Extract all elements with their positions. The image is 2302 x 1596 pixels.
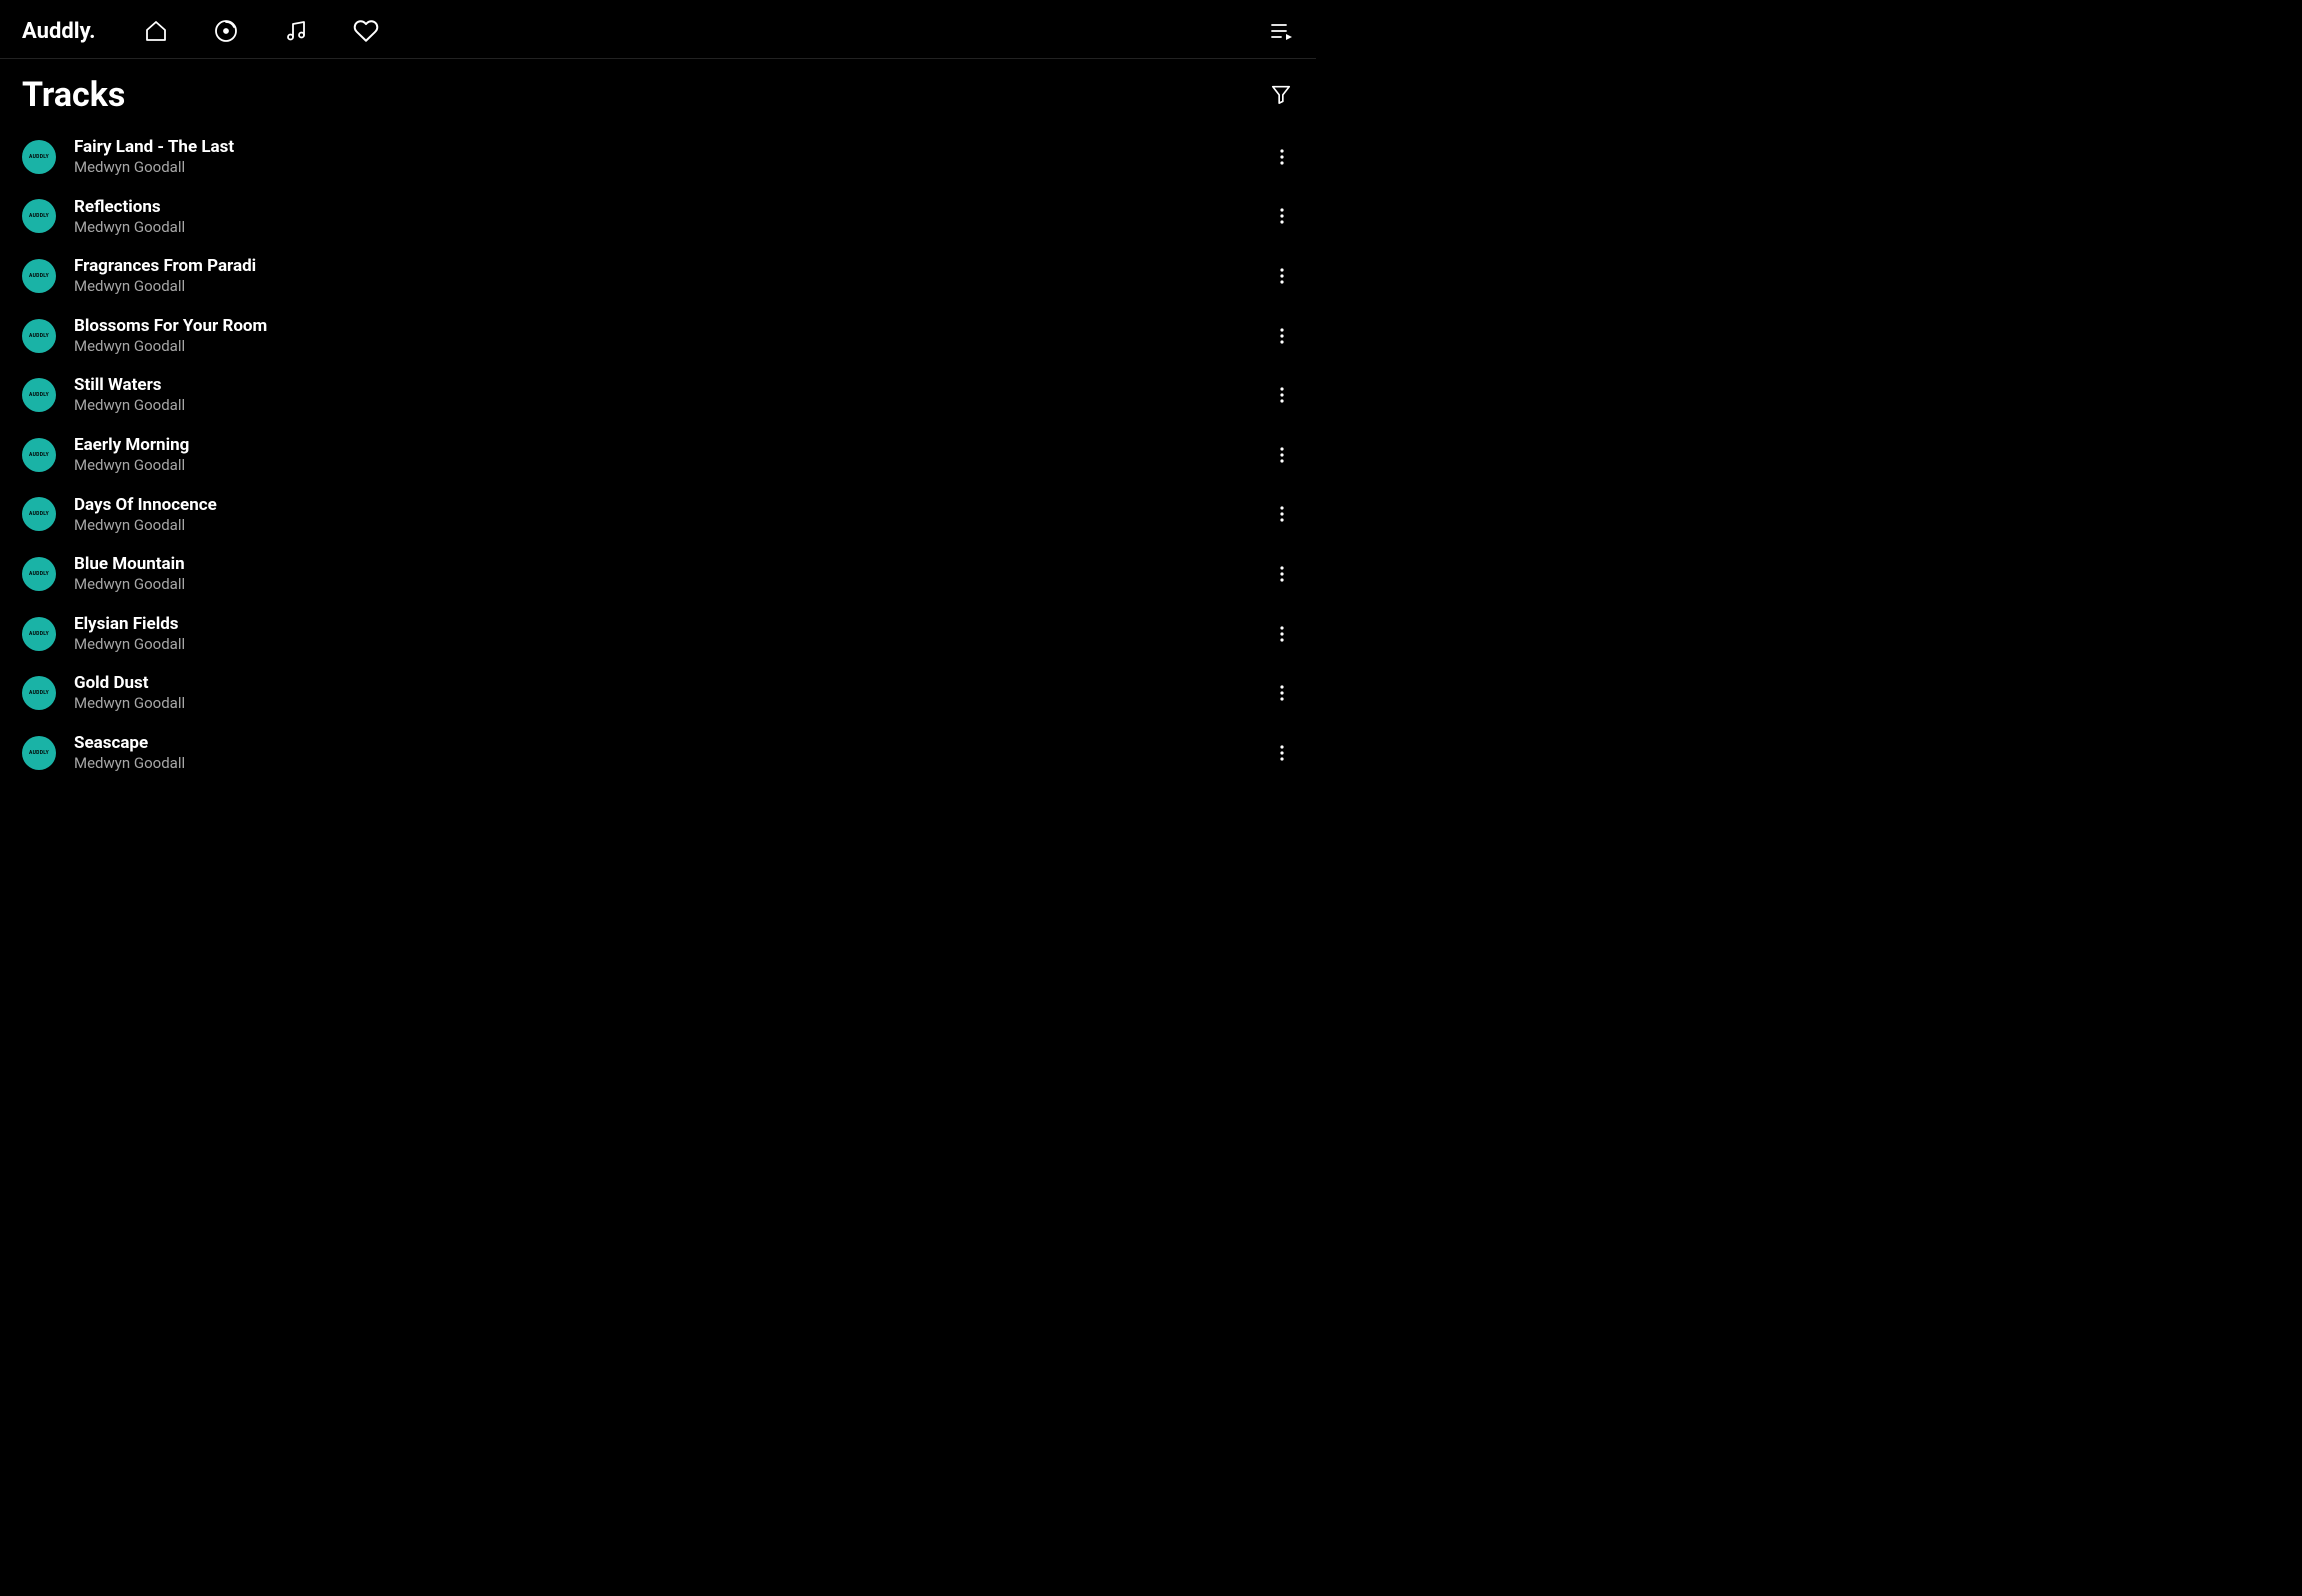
header-right bbox=[1268, 18, 1294, 44]
track-artist: Medwyn Goodall bbox=[74, 396, 1272, 416]
more-icon[interactable] bbox=[1272, 504, 1292, 524]
track-info: Still WatersMedwyn Goodall bbox=[74, 374, 1272, 416]
track-row[interactable]: AUDDLY Fairy Land - The LastMedwyn Goodal… bbox=[22, 127, 1294, 187]
track-row[interactable]: AUDDLY Eaerly MorningMedwyn Goodall bbox=[22, 425, 1294, 485]
track-artwork: AUDDLY bbox=[22, 259, 56, 293]
track-row[interactable]: AUDDLY Fragrances From ParadiMedwyn Gooda… bbox=[22, 246, 1294, 306]
track-title: Eaerly Morning bbox=[74, 434, 1272, 456]
track-artwork: AUDDLY bbox=[22, 438, 56, 472]
track-artwork: AUDDLY bbox=[22, 557, 56, 591]
track-row[interactable]: AUDDLY ReflectionsMedwyn Goodall bbox=[22, 187, 1294, 247]
filter-icon[interactable] bbox=[1270, 83, 1294, 107]
more-icon[interactable] bbox=[1272, 266, 1292, 286]
track-info: SeascapeMedwyn Goodall bbox=[74, 732, 1272, 774]
track-row[interactable]: AUDDLY SeascapeMedwyn Goodall bbox=[22, 723, 1294, 783]
track-artwork: AUDDLY bbox=[22, 378, 56, 412]
track-artist: Medwyn Goodall bbox=[74, 158, 1272, 178]
track-title: Fairy Land - The Last bbox=[74, 136, 1272, 158]
more-icon[interactable] bbox=[1272, 206, 1292, 226]
track-list: AUDDLYFairy Land - The LastMedwyn Goodal… bbox=[0, 127, 1316, 783]
track-row[interactable]: AUDDLY Blue MountainMedwyn Goodall bbox=[22, 544, 1294, 604]
queue-icon[interactable] bbox=[1268, 18, 1294, 44]
track-artist: Medwyn Goodall bbox=[74, 456, 1272, 476]
track-info: Blue MountainMedwyn Goodall bbox=[74, 553, 1272, 595]
more-icon[interactable] bbox=[1272, 385, 1292, 405]
track-artwork: AUDDLY bbox=[22, 676, 56, 710]
track-info: Fragrances From ParadiMedwyn Goodall bbox=[74, 255, 1272, 297]
track-title: Days Of Innocence bbox=[74, 494, 1272, 516]
more-icon[interactable] bbox=[1272, 445, 1292, 465]
track-artist: Medwyn Goodall bbox=[74, 694, 1272, 714]
track-title: Blossoms For Your Room bbox=[74, 315, 1272, 337]
more-icon[interactable] bbox=[1272, 683, 1292, 703]
track-info: Eaerly MorningMedwyn Goodall bbox=[74, 434, 1272, 476]
track-row[interactable]: AUDDLY Days Of InnocenceMedwyn Goodall bbox=[22, 485, 1294, 545]
more-icon[interactable] bbox=[1272, 147, 1292, 167]
more-icon[interactable] bbox=[1272, 624, 1292, 644]
track-artist: Medwyn Goodall bbox=[74, 575, 1272, 595]
track-artwork: AUDDLY bbox=[22, 319, 56, 353]
track-title: Seascape bbox=[74, 732, 1272, 754]
home-icon[interactable] bbox=[143, 18, 169, 44]
track-info: Days Of InnocenceMedwyn Goodall bbox=[74, 494, 1272, 536]
track-artwork: AUDDLY bbox=[22, 736, 56, 770]
track-title: Reflections bbox=[74, 196, 1272, 218]
more-icon[interactable] bbox=[1272, 326, 1292, 346]
nav-icons bbox=[143, 18, 379, 44]
track-row[interactable]: AUDDLY Still WatersMedwyn Goodall bbox=[22, 365, 1294, 425]
track-artwork: AUDDLY bbox=[22, 497, 56, 531]
track-row[interactable]: AUDDLY Gold DustMedwyn Goodall bbox=[22, 663, 1294, 723]
track-artwork: AUDDLY bbox=[22, 140, 56, 174]
track-artist: Medwyn Goodall bbox=[74, 635, 1272, 655]
track-info: ReflectionsMedwyn Goodall bbox=[74, 196, 1272, 238]
track-title: Blue Mountain bbox=[74, 553, 1272, 575]
more-icon[interactable] bbox=[1272, 743, 1292, 763]
track-info: Blossoms For Your RoomMedwyn Goodall bbox=[74, 315, 1272, 357]
more-icon[interactable] bbox=[1272, 564, 1292, 584]
track-info: Elysian FieldsMedwyn Goodall bbox=[74, 613, 1272, 655]
disc-icon[interactable] bbox=[213, 18, 239, 44]
track-artwork: AUDDLY bbox=[22, 199, 56, 233]
track-title: Still Waters bbox=[74, 374, 1272, 396]
header: Auddly. bbox=[0, 0, 1316, 59]
track-row[interactable]: AUDDLY Elysian FieldsMedwyn Goodall bbox=[22, 604, 1294, 664]
track-info: Fairy Land - The LastMedwyn Goodall bbox=[74, 136, 1272, 178]
app-logo[interactable]: Auddly. bbox=[22, 19, 95, 44]
track-artwork: AUDDLY bbox=[22, 617, 56, 651]
title-row: Tracks bbox=[0, 59, 1316, 127]
track-artist: Medwyn Goodall bbox=[74, 337, 1272, 357]
track-title: Fragrances From Paradi bbox=[74, 255, 1272, 277]
track-title: Gold Dust bbox=[74, 672, 1272, 694]
heart-icon[interactable] bbox=[353, 18, 379, 44]
track-artist: Medwyn Goodall bbox=[74, 516, 1272, 536]
track-artist: Medwyn Goodall bbox=[74, 218, 1272, 238]
page-title: Tracks bbox=[22, 75, 125, 115]
track-artist: Medwyn Goodall bbox=[74, 277, 1272, 297]
track-artist: Medwyn Goodall bbox=[74, 754, 1272, 774]
music-icon[interactable] bbox=[283, 18, 309, 44]
track-info: Gold DustMedwyn Goodall bbox=[74, 672, 1272, 714]
track-title: Elysian Fields bbox=[74, 613, 1272, 635]
track-row[interactable]: AUDDLY Blossoms For Your RoomMedwyn Gooda… bbox=[22, 306, 1294, 366]
